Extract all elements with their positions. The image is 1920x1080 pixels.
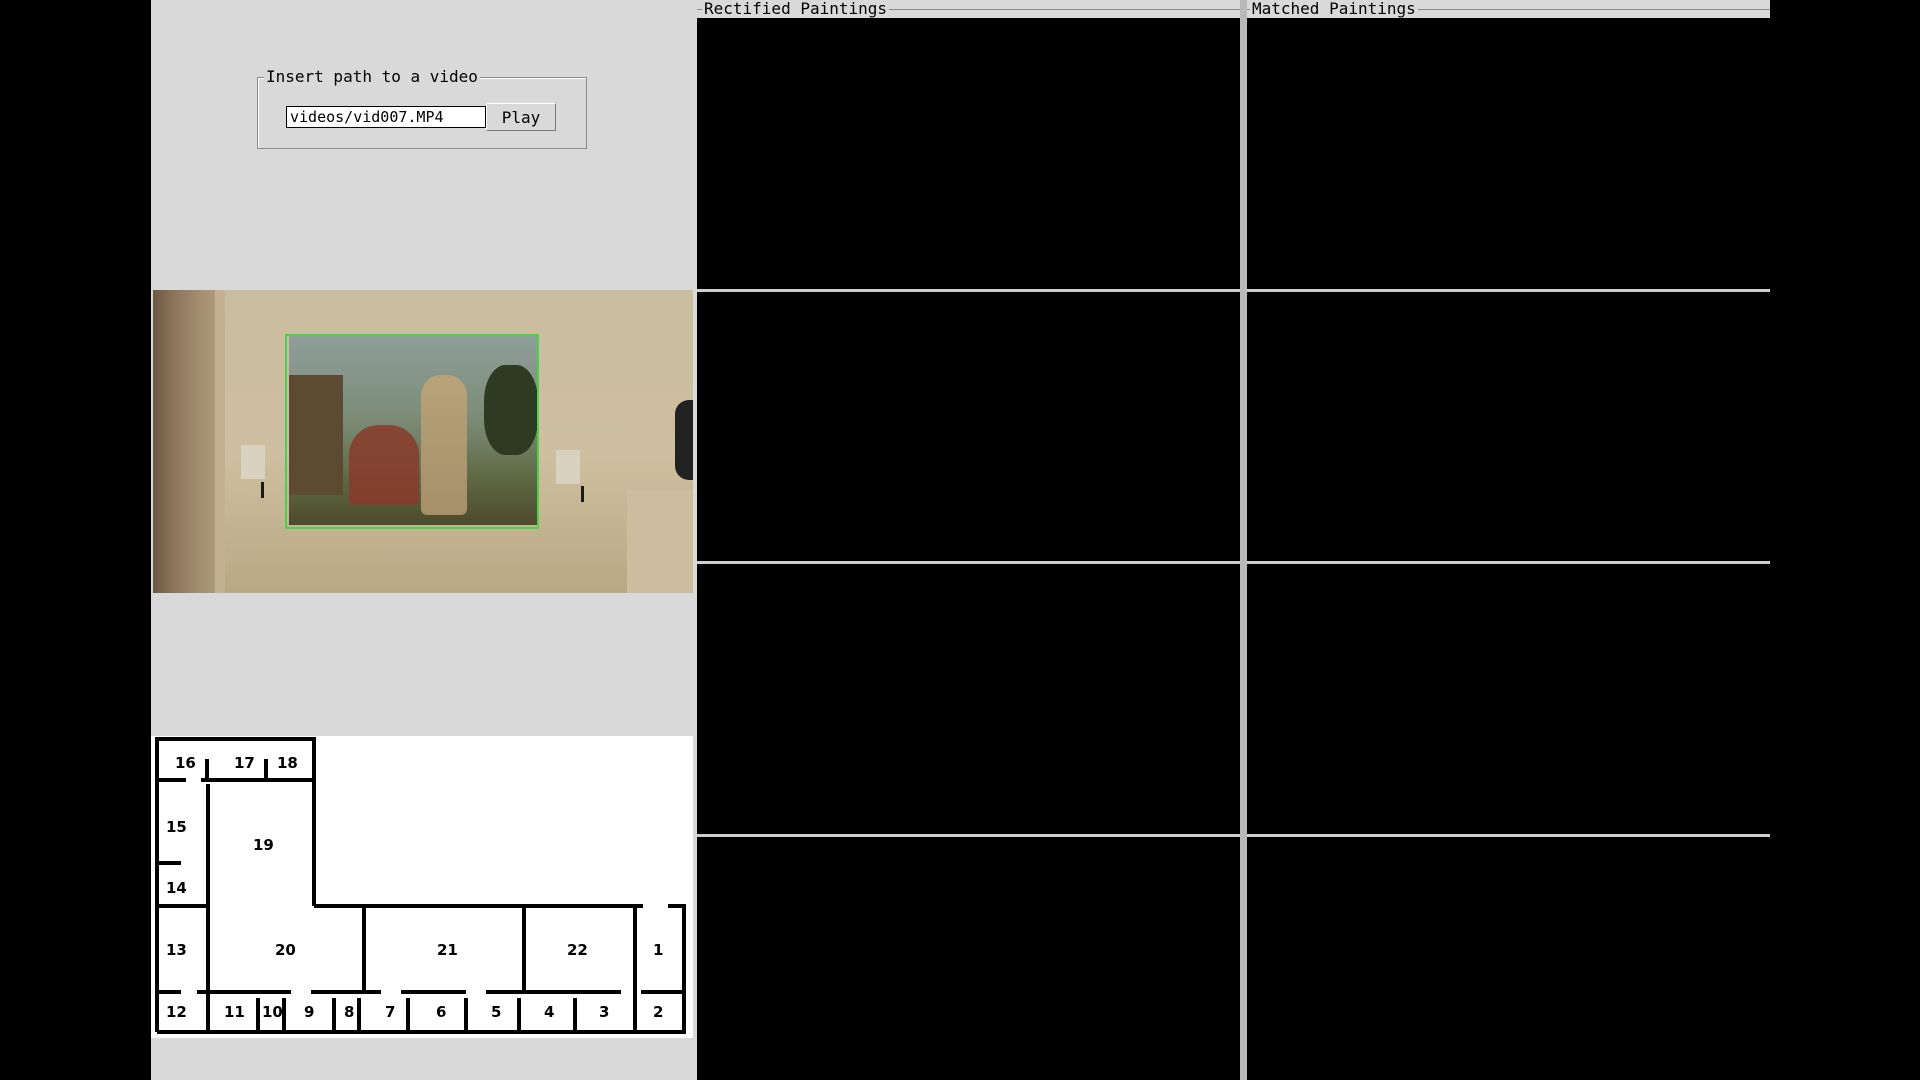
rectified-paintings-panel: Rectified Paintings [697, 0, 1240, 1080]
room-label: 7 [385, 1003, 395, 1021]
video-path-groupbox: Insert path to a video Play [257, 67, 587, 149]
room-label: 2 [653, 1003, 663, 1021]
room-label: 8 [344, 1003, 354, 1021]
room-label: 21 [437, 941, 458, 959]
play-button[interactable]: Play [486, 103, 556, 131]
wall-label-left-post [261, 482, 264, 498]
matched-paintings-title: Matched Paintings [1250, 0, 1418, 18]
room-label: 19 [253, 836, 274, 854]
video-path-input[interactable] [286, 106, 486, 128]
sculpture-bust [675, 400, 693, 480]
matched-slot [1247, 292, 1770, 562]
room-label: 5 [491, 1003, 501, 1021]
rectified-slot [697, 837, 1240, 1080]
matched-slot [1247, 564, 1770, 834]
room-label: 1 [653, 941, 663, 959]
room-label: 15 [166, 818, 187, 836]
room-label: 12 [166, 1003, 187, 1021]
sculpture-plinth [627, 490, 693, 593]
left-control-panel: Insert path to a video Play [151, 0, 693, 1080]
rectified-paintings-title: Rectified Paintings [702, 0, 890, 18]
room-label: 20 [275, 941, 296, 959]
room-label: 22 [567, 941, 588, 959]
wall-label-left [241, 445, 265, 479]
room-label: 9 [304, 1003, 314, 1021]
room-label: 16 [175, 754, 196, 772]
room-label: 6 [436, 1003, 446, 1021]
video-frame [153, 290, 693, 593]
video-path-legend: Insert path to a video [264, 67, 480, 86]
room-label: 17 [234, 754, 255, 772]
wall-label-right-post [581, 486, 584, 502]
video-pillar-edge [215, 290, 225, 593]
room-label: 11 [224, 1003, 245, 1021]
matched-paintings-panel: Matched Paintings [1247, 0, 1770, 1080]
rectified-slot [697, 292, 1240, 562]
room-label: 4 [544, 1003, 554, 1021]
matched-slot [1247, 837, 1770, 1080]
rectified-slot [697, 19, 1240, 289]
room-label: 3 [599, 1003, 609, 1021]
room-label: 13 [166, 941, 187, 959]
floor-map-walls [155, 737, 686, 1034]
rectified-paintings-header: Rectified Paintings [697, 0, 1240, 18]
matched-paintings-header: Matched Paintings [1247, 0, 1770, 18]
app-window: Insert path to a video Play [151, 0, 1770, 1080]
detection-box [285, 334, 539, 529]
rectified-slot [697, 564, 1240, 834]
panel-divider-middle [1240, 0, 1247, 1080]
room-label: 10 [262, 1003, 283, 1021]
matched-slot [1247, 19, 1770, 289]
room-label: 14 [166, 879, 187, 897]
floor-map-drawing: 16 17 18 15 19 14 13 20 21 22 1 12 11 10… [155, 737, 686, 1034]
museum-floor-map: 16 17 18 15 19 14 13 20 21 22 1 12 11 10… [151, 736, 693, 1038]
wall-label-right [556, 450, 580, 484]
room-label: 18 [277, 754, 298, 772]
